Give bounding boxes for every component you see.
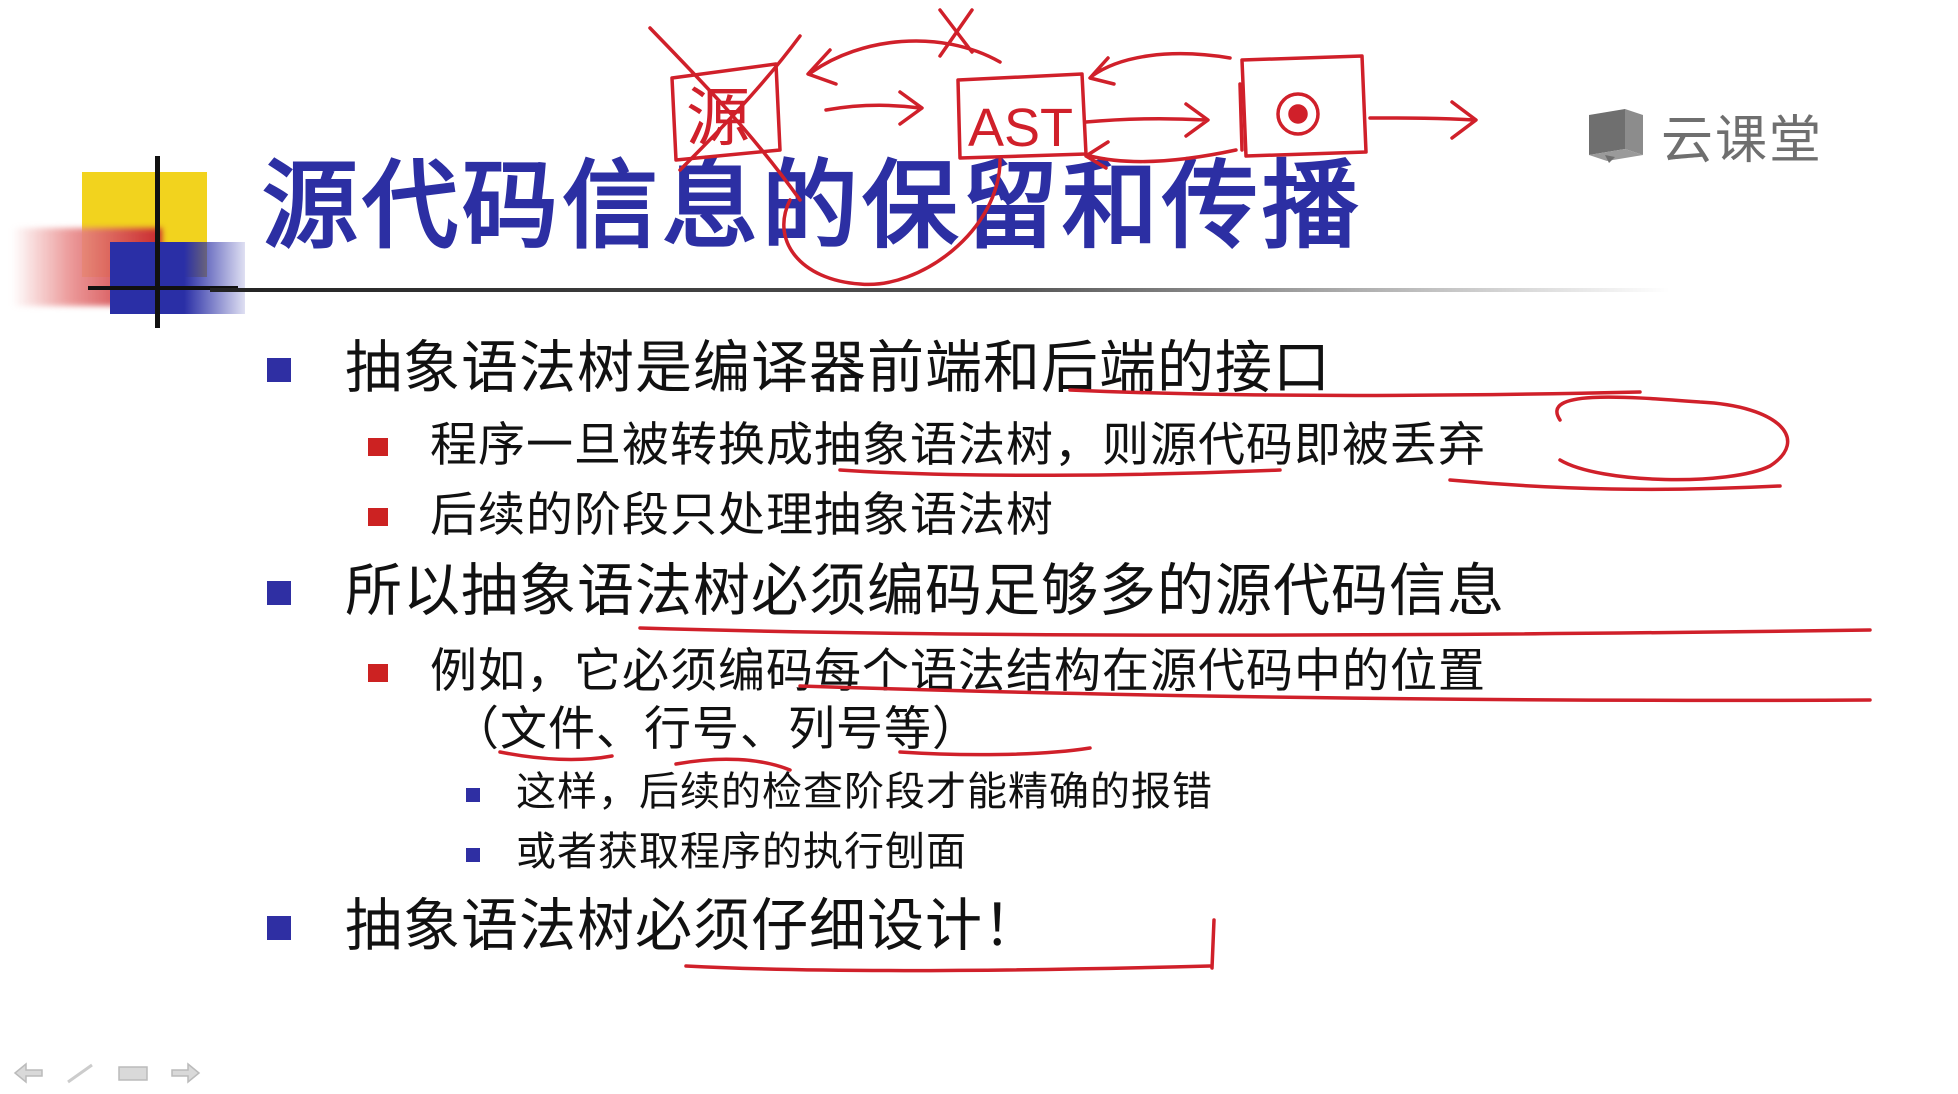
slide-title: 源代码信息的保留和传播 <box>262 150 1362 262</box>
ink-box-source-label: 源 <box>686 82 750 154</box>
bullet-text: 抽象语法树是编译器前端和后端的接口 <box>345 335 1331 401</box>
bullet-level1: 抽象语法树是编译器前端和后端的接口 <box>267 340 1331 397</box>
bullet-marker <box>267 916 291 940</box>
bullet-marker <box>267 358 291 382</box>
ornament-blue-bar <box>110 242 245 314</box>
ink-tick <box>1238 82 1244 152</box>
cloud-classroom-logo-icon <box>1585 105 1647 165</box>
bullet-text: 抽象语法树必须仔细设计！ <box>345 893 1041 959</box>
ink-ast-box <box>956 72 1088 160</box>
bullet-marker <box>466 788 480 802</box>
ink-arrow-3 <box>1368 100 1478 140</box>
bullet-level2: 例如，它必须编码每个语法结构在源代码中的位置 <box>368 648 1486 695</box>
bullet-text: 例如，它必须编码每个语法结构在源代码中的位置 <box>430 644 1486 699</box>
slide-canvas: 源代码信息的保留和传播 云课堂 抽象语法树是编译器前端和后端的接口 程序一旦被转… <box>0 0 1958 1094</box>
bullet-marker <box>368 664 388 682</box>
bullet-marker <box>368 438 388 456</box>
bullet-marker <box>267 581 291 605</box>
ink-oval <box>1555 395 1790 482</box>
title-underline <box>210 288 1670 292</box>
ink-target-box <box>1240 54 1368 158</box>
arrow-left-icon[interactable] <box>10 1060 48 1086</box>
ink-underline-3 <box>1448 478 1782 492</box>
bullet-level1: 所以抽象语法树必须编码足够多的源代码信息 <box>267 563 1505 620</box>
ink-underline-9 <box>684 964 1212 973</box>
title-ornament <box>0 150 260 330</box>
ink-x-top <box>938 8 974 58</box>
ornament-vertical-line <box>155 156 160 328</box>
bullet-level2: 程序一旦被转换成抽象语法树，则源代码即被丢弃 <box>368 422 1486 469</box>
bullet-marker <box>466 848 480 862</box>
ink-back-arrow-1 <box>806 39 1002 86</box>
bullet-level2: 后续的阶段只处理抽象语法树 <box>368 492 1054 539</box>
ink-target-dot <box>1288 104 1308 124</box>
bullet-text: （文件、行号、列号等） <box>452 702 980 757</box>
ink-target-circle <box>1276 92 1320 136</box>
bullet-text: 程序一旦被转换成抽象语法树，则源代码即被丢弃 <box>430 418 1486 473</box>
ink-box-ast-label: AST <box>968 98 1073 158</box>
ink-back-arrow-2 <box>1088 51 1232 86</box>
bullet-text: 这样，后续的检查阶段才能精确的报错 <box>516 769 1213 815</box>
bullet-text: 所以抽象语法树必须编码足够多的源代码信息 <box>345 558 1505 624</box>
ink-source-box <box>670 62 782 162</box>
watermark-brand: 云课堂 <box>1661 110 1824 171</box>
bullet-continuation: （文件、行号、列号等） <box>452 706 980 753</box>
ink-stroke-exclaim <box>1210 918 1216 970</box>
bullet-text: 后续的阶段只处理抽象语法树 <box>430 488 1054 543</box>
ink-underline-4 <box>638 626 1872 637</box>
pen-icon[interactable] <box>62 1060 100 1086</box>
watermark: 云课堂 <box>1585 100 1824 171</box>
ink-arrow-1 <box>824 90 924 126</box>
bullet-level1: 抽象语法树必须仔细设计！ <box>267 898 1041 955</box>
bullet-text: 或者获取程序的执行刨面 <box>516 829 967 875</box>
slideshow-toolbar <box>10 1060 204 1086</box>
arrow-right-icon[interactable] <box>166 1060 204 1086</box>
ink-arrow-2 <box>1084 102 1210 138</box>
bullet-level3: 或者获取程序的执行刨面 <box>466 829 967 875</box>
bullet-level3: 这样，后续的检查阶段才能精确的报错 <box>466 769 1213 815</box>
slide-menu-icon[interactable] <box>114 1060 152 1086</box>
bullet-marker <box>368 508 388 526</box>
